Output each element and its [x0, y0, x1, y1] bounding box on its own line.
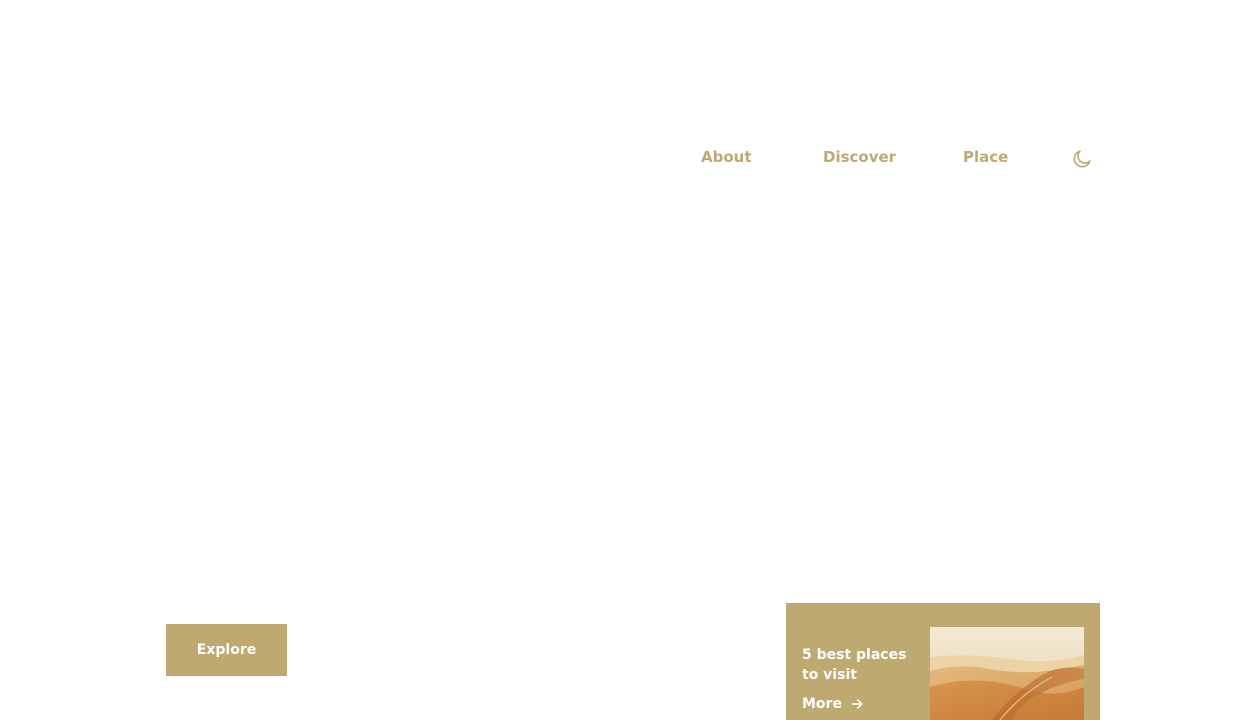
- moon-icon: [1073, 150, 1091, 168]
- promo-more-label: More: [802, 696, 842, 712]
- desert-dunes-image[interactable]: [930, 627, 1084, 720]
- nav-link-discover[interactable]: Discover: [823, 148, 896, 166]
- main-nav: About Discover Place: [0, 146, 1260, 174]
- explore-button[interactable]: Explore: [166, 624, 287, 676]
- theme-toggle-button[interactable]: [1070, 146, 1094, 172]
- nav-link-place[interactable]: Place: [963, 148, 1008, 166]
- nav-link-about[interactable]: About: [701, 148, 752, 166]
- promo-title: 5 best places to visit: [802, 647, 907, 683]
- page: About Discover Place Explore 5 best plac…: [0, 0, 1260, 720]
- arrow-right-icon: [851, 699, 863, 709]
- promo-more-link[interactable]: More: [802, 696, 864, 712]
- promo-card: 5 best places to visit More: [786, 603, 1100, 720]
